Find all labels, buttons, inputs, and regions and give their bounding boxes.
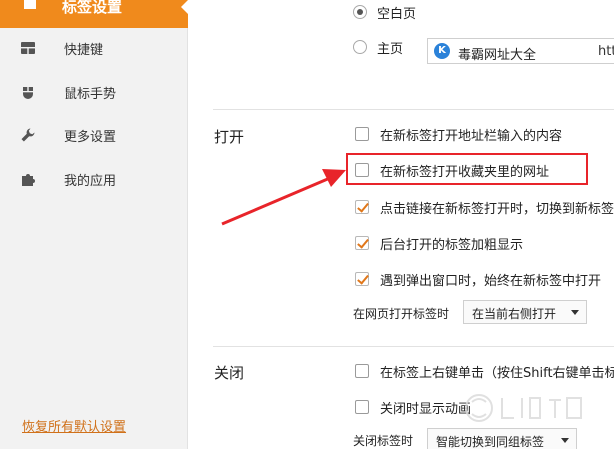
annotation-arrow-icon xyxy=(221,169,346,226)
